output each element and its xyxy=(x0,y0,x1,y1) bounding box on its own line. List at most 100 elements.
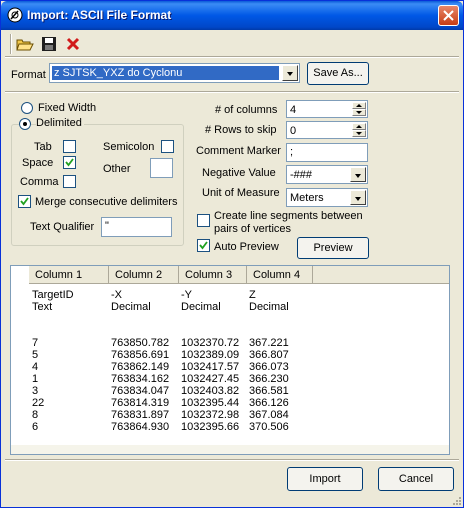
fixed-width-radio[interactable] xyxy=(21,102,33,114)
column-header-filler xyxy=(313,266,449,284)
table-cell: 763850.782 xyxy=(111,337,170,349)
columns-spinner[interactable]: 4 xyxy=(286,100,368,118)
chevron-down-icon[interactable] xyxy=(282,65,298,81)
table-cell: 370.506 xyxy=(249,421,289,433)
table-cell: 1032370.72 xyxy=(181,337,240,349)
table-cell: 8 xyxy=(32,409,39,421)
space-checkbox[interactable] xyxy=(63,156,76,169)
tab-label: Tab xyxy=(34,141,52,153)
comment-marker-label: Comment Marker xyxy=(196,145,281,157)
table-cell: Text xyxy=(32,301,53,313)
open-folder-icon xyxy=(16,39,34,51)
semicolon-checkbox[interactable] xyxy=(161,140,174,153)
line-segments-label-2: pairs of vertices xyxy=(214,223,292,235)
table-cell: 366.807 xyxy=(249,349,289,361)
columns-label: # of columns xyxy=(215,104,278,116)
comment-marker-input[interactable]: ; xyxy=(286,143,368,162)
app-icon xyxy=(7,7,23,23)
save-button[interactable] xyxy=(39,34,59,54)
window-title: Import: ASCII File Format xyxy=(27,8,172,22)
table-cell: Decimal xyxy=(111,301,151,313)
table-cell: 1032395.44 xyxy=(181,397,240,409)
cancel-button[interactable]: Cancel xyxy=(378,467,454,491)
unit-selected: Meters xyxy=(290,192,324,204)
delete-button[interactable] xyxy=(63,34,83,54)
delimited-radio[interactable] xyxy=(19,118,31,130)
merge-delimiters-label: Merge consecutive delimiters xyxy=(35,196,178,208)
chevron-down-icon[interactable] xyxy=(350,167,366,182)
save-as-button[interactable]: Save As... xyxy=(307,62,369,85)
table-cell: 1032417.57 xyxy=(181,361,240,373)
spin-down-icon[interactable] xyxy=(352,130,366,137)
merge-delimiters-checkbox[interactable] xyxy=(18,195,31,208)
open-button[interactable] xyxy=(15,34,35,54)
table-cell: 763834.162 xyxy=(111,373,170,385)
checkmark-icon xyxy=(65,158,74,167)
rows-skip-label: # Rows to skip xyxy=(205,124,277,136)
other-input[interactable] xyxy=(150,158,173,178)
unit-label: Unit of Measure xyxy=(202,187,280,199)
toolbar-divider xyxy=(5,56,459,58)
table-cell: 763834.047 xyxy=(111,385,170,397)
spin-down-icon[interactable] xyxy=(352,109,366,116)
format-label: Format xyxy=(11,69,46,81)
chevron-down-icon[interactable] xyxy=(350,190,366,205)
table-cell: 763831.897 xyxy=(111,409,170,421)
table-cell: 366.230 xyxy=(249,373,289,385)
column-header-1[interactable]: Column 1 xyxy=(29,266,109,284)
table-cell: 4 xyxy=(32,361,39,373)
preview-table[interactable]: Column 1 Column 2 Column 3 Column 4 Targ… xyxy=(10,265,450,455)
checkmark-icon xyxy=(199,241,208,250)
table-cell: 763864.930 xyxy=(111,421,170,433)
format-selected-value: z SJTSK_YXZ do Cyclonu xyxy=(52,66,279,80)
preview-button[interactable]: Preview xyxy=(297,237,369,259)
auto-preview-label: Auto Preview xyxy=(214,241,279,253)
unit-select[interactable]: Meters xyxy=(286,188,368,207)
table-cell: 367.084 xyxy=(249,409,289,421)
table-cell: 366.581 xyxy=(249,385,289,397)
table-cell: 1 xyxy=(32,373,39,385)
table-cell: Decimal xyxy=(249,301,289,313)
import-dialog: Import: ASCII File Format Format z SJTSK… xyxy=(0,0,464,508)
spin-up-icon[interactable] xyxy=(352,102,366,109)
auto-preview-checkbox[interactable] xyxy=(197,239,210,252)
table-cell: 366.126 xyxy=(249,397,289,409)
resize-grip-icon[interactable] xyxy=(451,495,461,505)
line-segments-checkbox[interactable] xyxy=(197,214,210,227)
table-cell: 6 xyxy=(32,421,39,433)
text-qualifier-input[interactable]: " xyxy=(101,217,172,237)
column-header-2[interactable]: Column 2 xyxy=(109,266,179,284)
table-cell: 1032427.45 xyxy=(181,373,240,385)
text-qualifier-label: Text Qualifier xyxy=(30,221,95,233)
table-cell: 366.073 xyxy=(249,361,289,373)
table-cell: TargetID xyxy=(32,289,74,301)
negative-value-select[interactable]: -### xyxy=(286,165,368,184)
negative-value-selected: -### xyxy=(290,169,313,181)
title-bar[interactable]: Import: ASCII File Format xyxy=(1,1,463,30)
rows-skip-value: 0 xyxy=(290,125,297,137)
rows-skip-spinner[interactable]: 0 xyxy=(286,121,368,139)
spin-up-icon[interactable] xyxy=(352,123,366,130)
column-header-4[interactable]: Column 4 xyxy=(247,266,313,284)
table-cell: 5 xyxy=(32,349,39,361)
horizontal-scrollbar[interactable] xyxy=(11,445,449,454)
tab-checkbox[interactable] xyxy=(63,140,76,153)
close-button[interactable] xyxy=(438,5,459,26)
save-disk-icon xyxy=(42,37,56,51)
column-header-3[interactable]: Column 3 xyxy=(179,266,247,284)
format-select[interactable]: z SJTSK_YXZ do Cyclonu xyxy=(49,63,300,83)
delimited-label: Delimited xyxy=(36,117,84,129)
other-label: Other xyxy=(103,163,131,175)
comma-checkbox[interactable] xyxy=(63,175,76,188)
table-cell: -Y xyxy=(181,289,192,301)
table-cell: 1032372.98 xyxy=(181,409,240,421)
bottom-divider xyxy=(5,459,459,461)
comma-label: Comma xyxy=(20,176,59,188)
columns-value: 4 xyxy=(290,104,297,116)
format-divider xyxy=(5,91,459,93)
import-button[interactable]: Import xyxy=(287,467,363,491)
table-cell: Decimal xyxy=(181,301,221,313)
table-cell: 763862.149 xyxy=(111,361,170,373)
table-cell: 1032395.66 xyxy=(181,421,240,433)
delete-x-icon xyxy=(66,37,80,51)
